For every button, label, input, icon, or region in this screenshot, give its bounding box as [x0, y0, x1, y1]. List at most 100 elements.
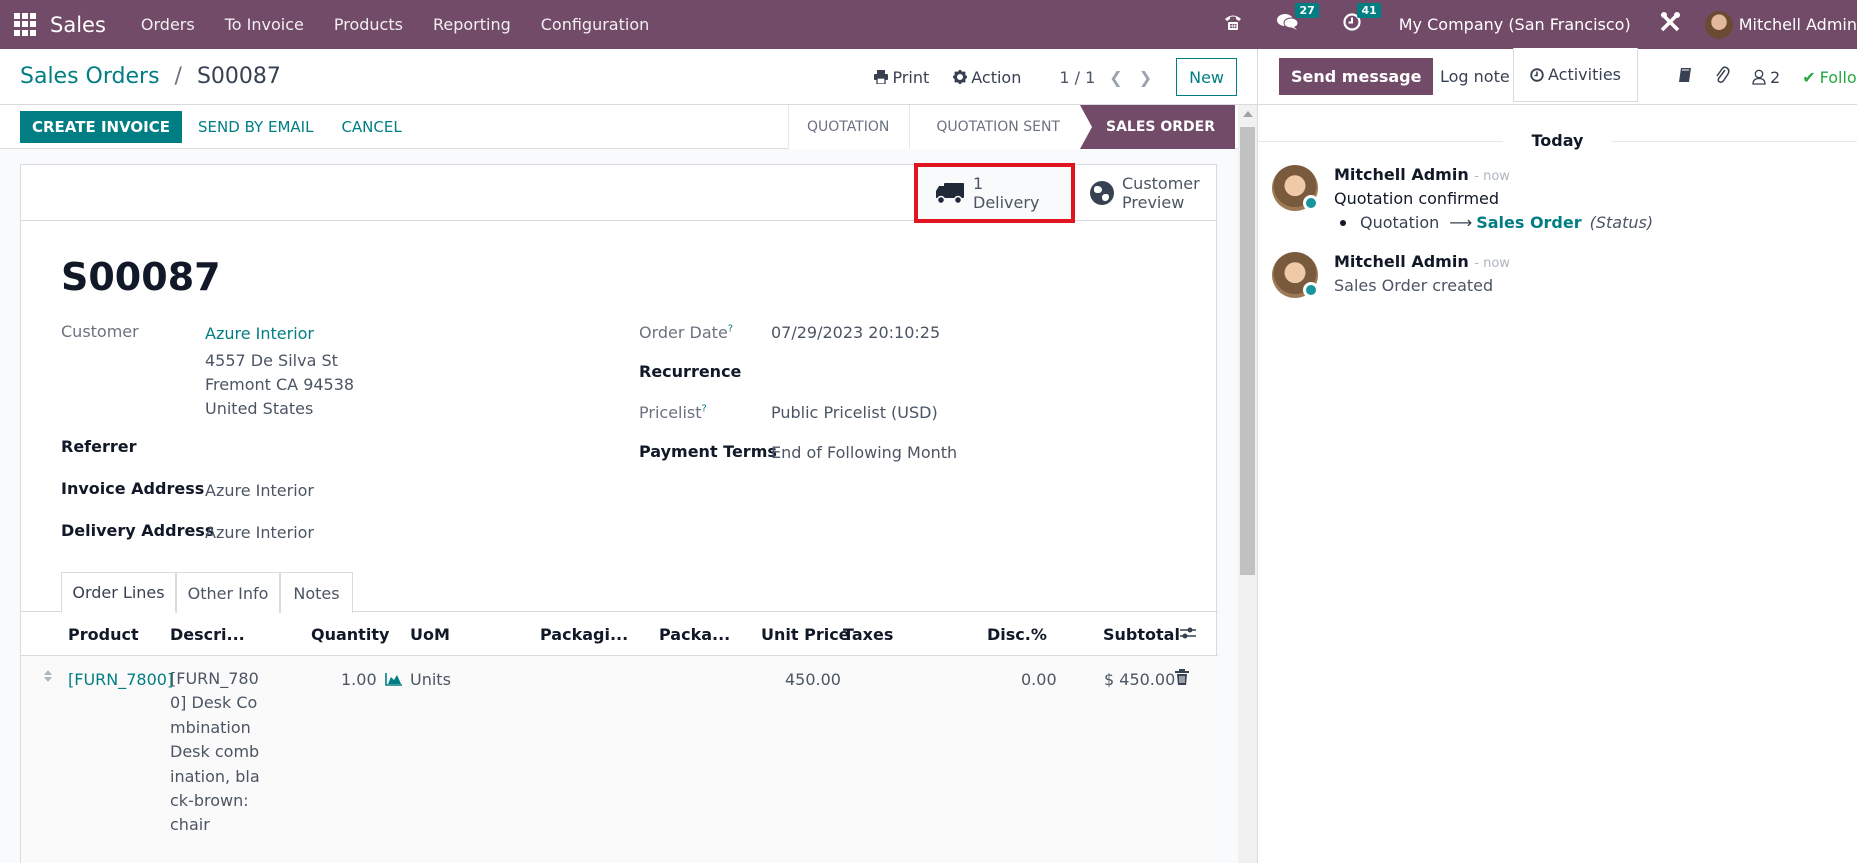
app-name[interactable]: Sales: [50, 13, 106, 37]
activities-button[interactable]: Activities: [1513, 48, 1638, 102]
line-unit-price[interactable]: 450.00: [785, 670, 841, 689]
tab-order-lines[interactable]: Order Lines: [61, 572, 176, 613]
line-uom[interactable]: Units: [410, 670, 451, 689]
scroll-up-icon[interactable]: [1243, 111, 1253, 117]
delivery-smart-button[interactable]: 1 Delivery: [914, 163, 1075, 223]
column-discount[interactable]: Disc.%: [987, 625, 1047, 644]
log-note-button[interactable]: Log note: [1428, 58, 1522, 95]
chatter-message: Mitchell Admin - now Quotation confirmed…: [1272, 165, 1842, 235]
line-quantity[interactable]: 1.00: [341, 670, 377, 689]
following-button[interactable]: ✔Following: [1802, 68, 1857, 87]
online-status-icon: [1303, 195, 1319, 211]
recurrence-field[interactable]: [771, 358, 1151, 384]
line-discount[interactable]: 0.00: [1021, 670, 1057, 689]
column-packaging[interactable]: Packagi...: [540, 625, 628, 644]
tools-icon[interactable]: [1659, 11, 1681, 38]
phone-icon[interactable]: [1223, 13, 1243, 36]
breadcrumb-separator: /: [174, 64, 182, 89]
old-value: Quotation: [1360, 213, 1440, 232]
menu-products[interactable]: Products: [334, 15, 403, 34]
payment-terms-label: Payment Terms: [639, 442, 777, 461]
button-box: 1 Delivery Customer Preview: [21, 163, 1218, 223]
delivery-label: Delivery: [973, 193, 1040, 212]
customer-field[interactable]: Azure Interior: [205, 324, 314, 343]
customer-address-line1: 4557 De Silva St: [205, 351, 338, 370]
stage-sales-order[interactable]: SALES ORDER: [1079, 105, 1235, 149]
customer-address-line3: United States: [205, 399, 314, 418]
paperclip-icon[interactable]: [1714, 66, 1730, 88]
print-button[interactable]: Print: [874, 68, 929, 87]
menu-reporting[interactable]: Reporting: [433, 15, 511, 34]
globe-icon: [1090, 181, 1114, 205]
chatter-message: Mitchell Admin - now Sales Order created: [1272, 252, 1842, 302]
forecast-chart-icon[interactable]: [385, 671, 403, 690]
new-button[interactable]: New: [1176, 58, 1237, 96]
line-product[interactable]: [FURN_7800]: [68, 670, 173, 689]
menu-to-invoice[interactable]: To Invoice: [225, 15, 304, 34]
send-message-button[interactable]: Send message: [1279, 58, 1434, 95]
scrollbar-thumb[interactable]: [1240, 127, 1255, 575]
control-panel: Sales Orders / S00087 Print Action 1 / 1…: [0, 49, 1257, 105]
column-packaging-qty[interactable]: Packa...: [659, 625, 730, 644]
apps-menu-icon[interactable]: [14, 12, 38, 37]
action-button[interactable]: Action: [953, 68, 1021, 87]
chat-icon[interactable]: 27: [1276, 3, 1319, 36]
message-author[interactable]: Mitchell Admin - now: [1334, 252, 1510, 271]
order-date-field[interactable]: 07/29/2023 20:10:25: [771, 323, 940, 342]
column-quantity[interactable]: Quantity: [311, 625, 389, 644]
tab-other-info[interactable]: Other Info: [176, 572, 280, 613]
pager-next-icon[interactable]: ❯: [1139, 68, 1152, 87]
drag-handle-icon[interactable]: [43, 668, 53, 688]
column-product[interactable]: Product: [68, 625, 139, 644]
pager-previous-icon[interactable]: ❮: [1109, 68, 1122, 87]
cancel-button[interactable]: CANCEL: [329, 111, 413, 143]
column-uom[interactable]: UoM: [410, 625, 450, 644]
send-by-email-button[interactable]: SEND BY EMAIL: [186, 111, 325, 143]
message-time: - now: [1474, 256, 1510, 271]
form-scrollbar[interactable]: [1238, 105, 1257, 863]
referrer-field[interactable]: [205, 433, 585, 459]
table-row[interactable]: [FURN_7800] [FURN_7800] Desk Combination…: [21, 656, 1218, 863]
column-unit-price[interactable]: Unit Price: [761, 625, 850, 644]
message-body: Quotation confirmed: [1334, 189, 1500, 208]
record-title: S00087: [61, 255, 221, 299]
status-stages: QUOTATION QUOTATION SENT SALES ORDER: [787, 105, 1235, 149]
new-value: Sales Order: [1476, 213, 1582, 232]
clock-icon[interactable]: 41: [1343, 3, 1381, 36]
payment-terms-field[interactable]: End of Following Month: [771, 443, 957, 462]
tab-notes[interactable]: Notes: [280, 572, 353, 613]
menu-orders[interactable]: Orders: [141, 15, 195, 34]
delivery-address-field[interactable]: Azure Interior: [205, 523, 314, 542]
column-taxes[interactable]: Taxes: [843, 625, 893, 644]
company-switcher[interactable]: My Company (San Francisco): [1399, 15, 1631, 34]
form-sheet: 1 Delivery Customer Preview S00087 Custo…: [20, 163, 1218, 863]
order-lines-header: Product Descri... Quantity UoM Packagi..…: [21, 612, 1218, 656]
message-author[interactable]: Mitchell Admin - now: [1334, 165, 1510, 184]
optional-columns-icon[interactable]: [1179, 624, 1197, 646]
stage-quotation-sent[interactable]: QUOTATION SENT: [909, 105, 1080, 149]
user-menu[interactable]: Mitchell Admin: [1739, 15, 1857, 34]
user-avatar[interactable]: [1704, 10, 1733, 39]
book-icon[interactable]: [1678, 67, 1692, 87]
line-description[interactable]: [FURN_7800] Desk Combination Desk combin…: [170, 667, 262, 838]
breadcrumb-sales-orders[interactable]: Sales Orders: [20, 64, 160, 89]
delete-line-icon[interactable]: [1175, 669, 1189, 689]
clock-icon: [1530, 67, 1544, 82]
column-subtotal[interactable]: Subtotal: [1103, 625, 1180, 644]
followers-button[interactable]: 2: [1752, 68, 1780, 87]
help-icon[interactable]: ?: [702, 404, 707, 415]
help-icon[interactable]: ?: [728, 324, 733, 335]
menu-configuration[interactable]: Configuration: [541, 15, 650, 34]
truck-icon: [936, 183, 964, 205]
recurrence-label: Recurrence: [639, 362, 742, 381]
pricelist-field[interactable]: Public Pricelist (USD): [771, 403, 938, 422]
pager-value[interactable]: 1 / 1: [1059, 68, 1095, 87]
customer-preview-button[interactable]: Customer Preview: [1073, 165, 1218, 221]
notebook-tabs: Order Lines Other Info Notes: [21, 572, 1218, 613]
create-invoice-button[interactable]: CREATE INVOICE: [20, 110, 183, 143]
stage-quotation[interactable]: QUOTATION: [787, 105, 910, 149]
column-description[interactable]: Descri...: [170, 625, 245, 644]
tracked-field-name: (Status): [1589, 213, 1654, 232]
invoice-address-field[interactable]: Azure Interior: [205, 481, 314, 500]
check-icon: ✔: [1802, 67, 1816, 87]
